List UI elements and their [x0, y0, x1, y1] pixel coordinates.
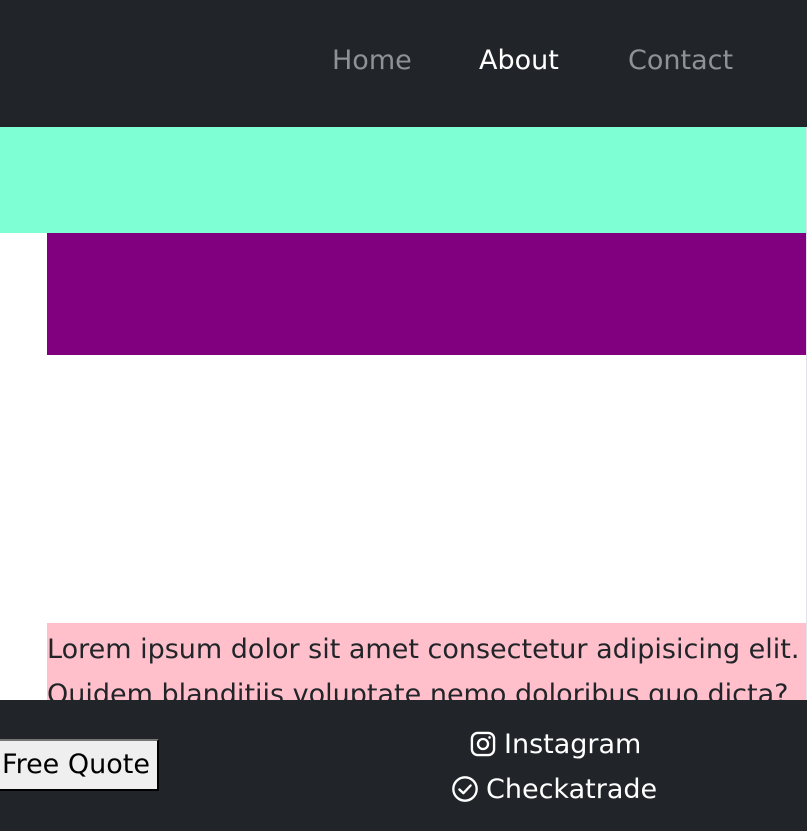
instagram-label: Instagram: [504, 728, 642, 760]
aquamarine-banner: [0, 127, 806, 233]
lorem-text-section: Lorem ipsum dolor sit amet consectetur a…: [47, 623, 806, 700]
purple-block: [47, 233, 806, 355]
instagram-link[interactable]: Instagram: [469, 724, 641, 764]
instagram-icon: [469, 730, 497, 758]
lorem-paragraph: Lorem ipsum dolor sit amet consectetur a…: [47, 634, 800, 700]
nav-link-about[interactable]: About: [479, 42, 559, 80]
checkatrade-label: Checkatrade: [486, 773, 658, 805]
nav-link-home[interactable]: Home: [332, 42, 412, 80]
footer: Free Quote Instagram Checkatrade: [0, 700, 807, 831]
nav-link-contact[interactable]: Contact: [628, 42, 733, 80]
free-quote-button[interactable]: Free Quote: [0, 739, 159, 791]
check-circle-icon: [451, 775, 479, 803]
top-navbar: Home About Contact: [0, 0, 807, 127]
checkatrade-link[interactable]: Checkatrade: [451, 769, 657, 809]
